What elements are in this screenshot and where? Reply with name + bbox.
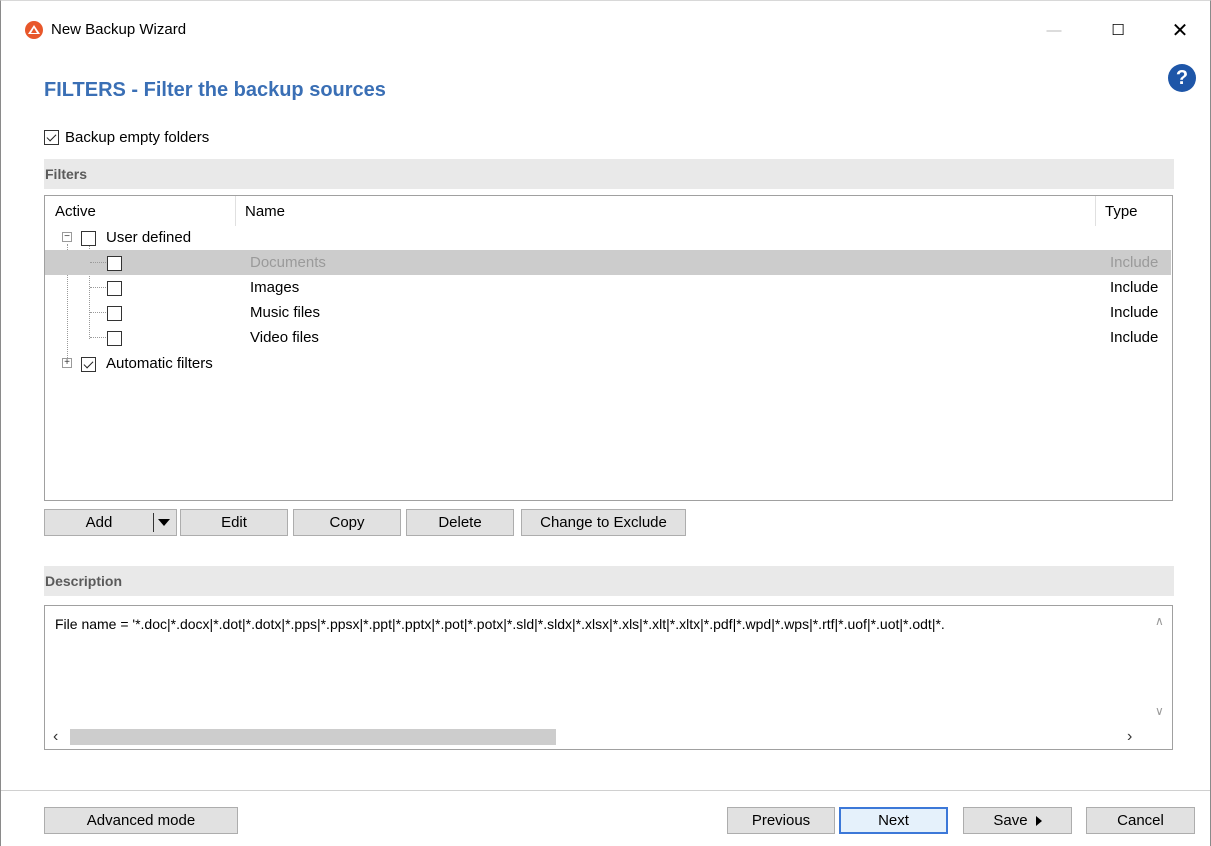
tree-connector (90, 287, 106, 288)
column-header-active[interactable]: Active (55, 203, 96, 220)
group-checkbox[interactable] (81, 356, 96, 372)
backup-empty-folders-label: Backup empty folders (65, 129, 210, 146)
add-filter-button[interactable]: Add (44, 509, 177, 536)
column-header-type[interactable]: Type (1105, 203, 1138, 220)
footer-divider (1, 790, 1210, 791)
checkbox-icon[interactable] (44, 130, 59, 145)
row-checkbox[interactable] (107, 280, 122, 296)
column-header-name[interactable]: Name (245, 203, 285, 220)
delete-filter-button[interactable]: Delete (406, 509, 514, 536)
advanced-mode-button[interactable]: Advanced mode (44, 807, 238, 834)
scroll-left-icon[interactable]: ‹ (53, 728, 58, 746)
collapse-icon[interactable]: − (62, 232, 72, 242)
maximize-button[interactable]: ☐ (1095, 15, 1141, 45)
group-label: Automatic filters (106, 355, 213, 372)
expand-icon[interactable]: + (62, 358, 72, 368)
backup-empty-folders-checkbox[interactable]: Backup empty folders (44, 129, 209, 146)
column-divider[interactable] (1095, 196, 1096, 226)
add-button-label: Add (85, 514, 113, 531)
row-type: Include (1110, 279, 1159, 296)
description-section-header: Description (44, 566, 1174, 596)
save-button[interactable]: Save (963, 807, 1072, 834)
row-checkbox[interactable] (107, 330, 122, 346)
row-name: Music files (250, 304, 321, 321)
copy-filter-button[interactable]: Copy (293, 509, 401, 536)
row-name: Documents (250, 254, 326, 271)
column-divider[interactable] (235, 196, 236, 226)
tree-connector (90, 337, 106, 338)
tree-connector (90, 262, 106, 263)
next-button[interactable]: Next (839, 807, 948, 834)
horizontal-scroll-thumb[interactable] (70, 729, 556, 745)
scroll-up-icon[interactable]: ∧ (1155, 614, 1164, 628)
window-title: New Backup Wizard (51, 21, 187, 38)
cancel-button[interactable]: Cancel (1086, 807, 1195, 834)
app-logo-icon (25, 21, 43, 39)
title-bar: New Backup Wizard — ☐ ✕ (1, 1, 1210, 59)
tree-row-video-files[interactable]: Video files Include (45, 325, 1171, 350)
scroll-right-icon[interactable]: › (1127, 728, 1132, 746)
row-name: Video files (250, 329, 319, 346)
description-box[interactable]: File name = '*.doc|*.docx|*.dot|*.dotx|*… (44, 605, 1173, 750)
row-type: Include (1110, 304, 1159, 321)
row-name: Images (250, 279, 300, 296)
close-button[interactable]: ✕ (1157, 15, 1203, 45)
group-checkbox[interactable] (81, 230, 96, 246)
change-to-exclude-button[interactable]: Change to Exclude (521, 509, 686, 536)
backup-wizard-window: New Backup Wizard — ☐ ✕ ? FILTERS - Filt… (0, 0, 1211, 846)
filters-tree[interactable]: Active Name Type − User defined Document… (44, 195, 1173, 501)
scroll-down-icon[interactable]: ∨ (1155, 704, 1164, 718)
tree-connector (90, 312, 106, 313)
tree-row-documents[interactable]: Documents Include (45, 250, 1171, 275)
horizontal-scrollbar[interactable]: ‹ › (45, 725, 1172, 749)
group-label: User defined (106, 229, 192, 246)
row-type: Include (1110, 329, 1159, 346)
vertical-scrollbar[interactable]: ∧ ∨ (1148, 606, 1172, 726)
tree-group-user-defined[interactable]: − User defined (45, 225, 1171, 250)
help-icon[interactable]: ? (1168, 64, 1196, 92)
filters-section-header: Filters (44, 159, 1174, 189)
split-divider (153, 513, 154, 532)
row-checkbox[interactable] (107, 255, 122, 271)
edit-filter-button[interactable]: Edit (180, 509, 288, 536)
tree-row-music-files[interactable]: Music files Include (45, 300, 1171, 325)
save-button-label: Save (993, 812, 1028, 829)
tree-header: Active Name Type (45, 196, 1172, 226)
minimize-button[interactable]: — (1031, 15, 1077, 45)
tree-group-automatic-filters[interactable]: + Automatic filters (45, 351, 1171, 376)
tree-row-images[interactable]: Images Include (45, 275, 1171, 300)
submenu-arrow-icon (1035, 815, 1042, 826)
row-type: Include (1110, 254, 1159, 271)
description-text: File name = '*.doc|*.docx|*.dot|*.dotx|*… (55, 616, 945, 632)
row-checkbox[interactable] (107, 305, 122, 321)
previous-button[interactable]: Previous (727, 807, 835, 834)
page-title: FILTERS - Filter the backup sources (44, 79, 386, 101)
dropdown-arrow-icon[interactable] (158, 519, 170, 526)
